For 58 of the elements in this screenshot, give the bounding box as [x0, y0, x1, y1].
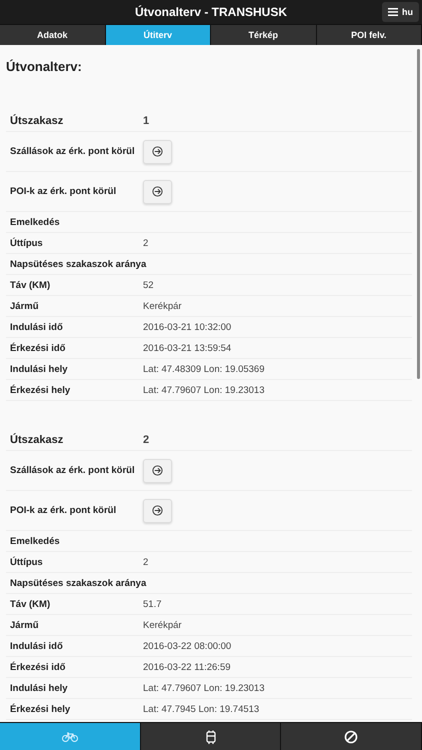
nav-button[interactable]: [281, 723, 422, 750]
row-value: 2: [143, 238, 148, 248]
row-label: Szállások az érk. pont körül: [10, 465, 136, 476]
arrow-circle-icon: [152, 186, 163, 197]
go-button[interactable]: [143, 458, 172, 482]
row-value: Lat: 47.48309 Lon: 19.05369: [143, 364, 265, 374]
row-value: 52: [143, 280, 154, 290]
section-title: Útszakasz: [10, 434, 64, 446]
prohibited-icon: [344, 730, 358, 744]
row-label: Emelkedés: [10, 536, 61, 546]
row-label: Táv (KM): [10, 280, 52, 290]
row-label: Jármű: [10, 620, 40, 630]
row-label: Táv (KM): [10, 598, 52, 610]
tab[interactable]: POI felv.: [316, 25, 422, 45]
row-value: Kerékpár: [143, 620, 182, 630]
scrollbar[interactable]: [417, 49, 420, 379]
row-label: POI-k az érk. pont körül: [10, 186, 118, 197]
row-label: Úttípus: [10, 556, 44, 568]
row-value: 51.7: [143, 598, 162, 610]
row-label: Emelkedés: [10, 216, 61, 228]
go-button[interactable]: [143, 140, 172, 164]
row-label: Érkezési hely: [10, 704, 72, 714]
bus-icon: [206, 730, 216, 744]
row-label: Indulási hely: [10, 682, 69, 694]
row-value: 2016-03-21 13:59:54: [143, 342, 232, 354]
row-value: Lat: 47.79607 Lon: 19.23013: [143, 384, 265, 396]
row-value: Kerékpár: [143, 300, 182, 312]
tab[interactable]: Adatok: [0, 25, 106, 45]
row-label: Indulási idő: [10, 322, 64, 332]
go-button[interactable]: [143, 180, 172, 204]
go-button[interactable]: [143, 498, 172, 522]
page-title: Útvonalterv:: [6, 59, 83, 74]
row-value: 2016-03-21 10:32:00: [143, 322, 232, 332]
row-label: Indulási hely: [10, 364, 69, 374]
row-label: Úttípus: [10, 238, 44, 248]
row-value: 2016-03-22 11:26:59: [143, 662, 231, 672]
section-number: 2: [143, 434, 150, 446]
menu-icon: [388, 8, 398, 16]
tab[interactable]: Térkép: [211, 25, 316, 45]
arrow-circle-icon: [152, 146, 163, 157]
row-label: POI-k az érk. pont körül: [10, 505, 118, 516]
arrow-circle-icon: [152, 505, 163, 516]
row-value: 2: [143, 556, 148, 568]
row-value: Lat: 47.7945 Lon: 19.74513: [143, 704, 260, 714]
row-label: Érkezési idő: [10, 662, 66, 672]
row-label: Érkezési hely: [10, 384, 72, 396]
row-label: Érkezési idő: [10, 342, 66, 354]
row-label: Jármű: [10, 300, 40, 312]
bicycle-icon: [62, 732, 78, 742]
row-label: Indulási idő: [10, 640, 64, 652]
section-title: Útszakasz: [10, 114, 64, 126]
arrow-circle-icon: [152, 465, 163, 476]
row-value: Lat: 47.79607 Lon: 19.23013: [143, 682, 265, 694]
section-number: 1: [143, 114, 150, 126]
window-title: Útvonalterv - TRANSHUSK: [134, 5, 287, 19]
row-label: Szállások az érk. pont körül: [10, 146, 136, 157]
row-value: 2016-03-22 08:00:00: [143, 640, 232, 652]
menu-button[interactable]: hu: [382, 2, 419, 22]
